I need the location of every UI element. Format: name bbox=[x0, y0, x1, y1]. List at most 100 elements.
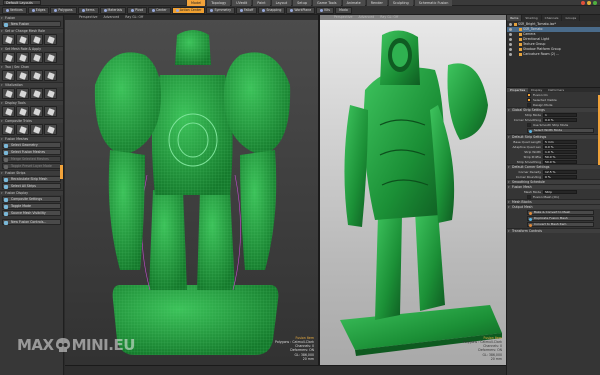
mesh-tool-icon[interactable] bbox=[30, 52, 43, 63]
merge-selected-meshes-button[interactable]: Merge Selected Meshes bbox=[2, 156, 61, 162]
tab-properties[interactable]: Properties bbox=[507, 88, 529, 92]
property-value-field[interactable]: 0.0 % bbox=[543, 144, 577, 149]
visibility-eye-icon[interactable] bbox=[509, 33, 512, 36]
property-value-field[interactable]: 0.0 % bbox=[543, 117, 577, 122]
recalculate-strip-mesh-button[interactable]: Recalculate Strip Mesh bbox=[2, 176, 61, 182]
new-fusion-controls-button[interactable]: New Fusion Controls... bbox=[2, 219, 61, 225]
output-mesh-header[interactable]: Output Mesh bbox=[507, 204, 600, 210]
visibility-eye-icon[interactable] bbox=[509, 38, 512, 41]
property-value-field[interactable]: 0 % bbox=[543, 174, 577, 179]
section-header[interactable]: Two / Sec Chan bbox=[0, 64, 63, 70]
transform-controls-header[interactable]: Transform Controls bbox=[507, 228, 600, 234]
tool-symmetry-button[interactable]: Symmetry bbox=[206, 6, 235, 14]
use-smooth-strip-checkbox[interactable]: Use Smooth Strip Mode bbox=[507, 122, 600, 127]
tool-items-button[interactable]: Items bbox=[77, 6, 99, 14]
section-header[interactable]: Set Mesh Role & Apply bbox=[0, 46, 63, 52]
property-value-field[interactable]: 12.5 % bbox=[543, 169, 577, 174]
item-list-row[interactable]: Caricature Room (2) ... bbox=[507, 52, 600, 57]
tool-snapping-button[interactable]: Snapping bbox=[258, 6, 286, 14]
tool-kits-button[interactable]: Kits bbox=[316, 6, 335, 14]
mesh-tool-icon[interactable] bbox=[16, 52, 29, 63]
checkbox[interactable] bbox=[527, 92, 531, 97]
tool-center-button[interactable]: Center bbox=[147, 6, 171, 14]
tool-workplane-button[interactable]: WorkPlane bbox=[286, 6, 316, 14]
mesh-tool-icon[interactable] bbox=[2, 124, 15, 135]
mesh-tool-icon[interactable] bbox=[44, 124, 57, 135]
tab-items[interactable]: Items bbox=[507, 15, 523, 21]
toggle-preset-layer-mode-button[interactable]: Toggle Preset Layer Mode bbox=[2, 163, 61, 169]
tab-channels[interactable]: Channels bbox=[542, 15, 563, 21]
tab-display[interactable]: Display bbox=[528, 88, 545, 92]
tool-action-center-button[interactable]: Action Center bbox=[171, 6, 206, 14]
layout-dropdown[interactable]: Default Layouts bbox=[3, 0, 41, 5]
viewport-left[interactable]: Perspective Advanced Ray GL: Off Fusion … bbox=[65, 15, 318, 365]
modo-menu-button[interactable]: Modo bbox=[335, 6, 352, 14]
viewport-header-item[interactable]: Advanced bbox=[103, 15, 119, 20]
maximize-icon[interactable] bbox=[593, 1, 597, 5]
fusion-display-header[interactable]: Fusion Display bbox=[0, 190, 63, 196]
viewport-header-item[interactable]: Perspective bbox=[334, 15, 352, 20]
close-icon[interactable] bbox=[581, 1, 585, 5]
property-value-field[interactable]: 1 bbox=[543, 112, 577, 117]
visibility-eye-icon[interactable] bbox=[509, 28, 512, 31]
mesh-tool-icon[interactable] bbox=[44, 106, 57, 117]
visibility-eye-icon[interactable] bbox=[509, 48, 512, 51]
select-width-mode-button[interactable]: Select Width Mode bbox=[527, 128, 594, 133]
tab-groups[interactable]: Groups bbox=[562, 15, 581, 21]
tab-deformers[interactable]: Deformers bbox=[545, 88, 567, 92]
mesh-tool-icon[interactable] bbox=[2, 52, 15, 63]
checkbox[interactable] bbox=[527, 97, 531, 102]
section-header[interactable]: Fusion bbox=[0, 15, 63, 21]
mesh-tool-icon[interactable] bbox=[2, 106, 15, 117]
default-corner-settings-header[interactable]: Default Corner Settings bbox=[507, 164, 600, 170]
source-mesh-visibility-button[interactable]: Source Mesh Visibility bbox=[2, 210, 61, 216]
viewport-header-item[interactable]: Advanced bbox=[358, 15, 374, 20]
mesh-tool-icon[interactable] bbox=[44, 52, 57, 63]
checkbox[interactable] bbox=[527, 122, 531, 127]
viewport-header-item[interactable]: Ray GL: Off bbox=[125, 15, 143, 20]
tool-pivot-button[interactable]: Pivot bbox=[127, 6, 147, 14]
mesh-tool-icon[interactable] bbox=[2, 34, 15, 45]
tool-polygons-button[interactable]: Polygons bbox=[50, 6, 77, 14]
mesh-tool-icon[interactable] bbox=[2, 88, 15, 99]
property-value-field[interactable]: 50.0 % bbox=[543, 159, 577, 164]
convert-to-mesh-item-button[interactable]: Convert to Mesh Item bbox=[527, 222, 594, 227]
global-strip-settings-header[interactable]: Global Strip Settings bbox=[507, 107, 600, 113]
property-value-field[interactable]: 5 mm bbox=[543, 139, 577, 144]
mesh-tool-icon[interactable] bbox=[16, 34, 29, 45]
property-value-field[interactable]: 1.0 % bbox=[543, 149, 577, 154]
new-fusion-button[interactable]: New Fusion bbox=[2, 21, 61, 27]
mesh-tool-icon[interactable] bbox=[30, 124, 43, 135]
property-value-field[interactable]: Strip bbox=[543, 189, 577, 194]
section-header[interactable]: Display Tools bbox=[0, 100, 63, 106]
composite-settings-button[interactable]: Composite Settings bbox=[2, 196, 61, 202]
mesh-tool-icon[interactable] bbox=[30, 106, 43, 117]
visibility-eye-icon[interactable] bbox=[509, 23, 512, 26]
mesh-tool-icon[interactable] bbox=[30, 34, 43, 45]
mesh-tool-icon[interactable] bbox=[44, 70, 57, 81]
bake-convert-to-mesh-button[interactable]: Bake & Convert to Mesh bbox=[527, 210, 594, 215]
visibility-eye-icon[interactable] bbox=[509, 53, 512, 56]
mesh-tool-icon[interactable] bbox=[2, 70, 15, 81]
duplicate-fusion-mesh-button[interactable]: Duplicate Fusion Mesh bbox=[527, 216, 594, 221]
checkbox[interactable] bbox=[527, 194, 531, 199]
mesh-tool-icon[interactable] bbox=[30, 88, 43, 99]
panel-collapse-tab[interactable] bbox=[60, 165, 63, 179]
select-geometry-button[interactable]: Select Geometry bbox=[2, 142, 61, 148]
fusion-meshes-header[interactable]: Fusion Meshes bbox=[0, 136, 63, 142]
tab-shading[interactable]: Shading bbox=[522, 15, 542, 21]
section-header[interactable]: Set or Change Mesh Role bbox=[0, 28, 63, 34]
section-header[interactable]: Composite Tricks bbox=[0, 118, 63, 124]
fusion-mesh-header[interactable]: Fusion Mesh bbox=[507, 184, 600, 190]
mesh-tool-icon[interactable] bbox=[16, 88, 29, 99]
mesh-tool-icon[interactable] bbox=[30, 70, 43, 81]
visibility-eye-icon[interactable] bbox=[509, 43, 512, 46]
viewport-header-item[interactable]: Ray GL: Off bbox=[380, 15, 398, 20]
mesh-tool-icon[interactable] bbox=[44, 34, 57, 45]
property-value-field[interactable]: 50.0 % bbox=[543, 154, 577, 159]
default-strip-settings-header[interactable]: Default Strip Settings bbox=[507, 134, 600, 140]
minimize-icon[interactable] bbox=[587, 1, 591, 5]
viewport-header-item[interactable]: Perspective bbox=[79, 15, 97, 20]
section-header[interactable]: Vitalization bbox=[0, 82, 63, 88]
mesh-tool-icon[interactable] bbox=[16, 124, 29, 135]
